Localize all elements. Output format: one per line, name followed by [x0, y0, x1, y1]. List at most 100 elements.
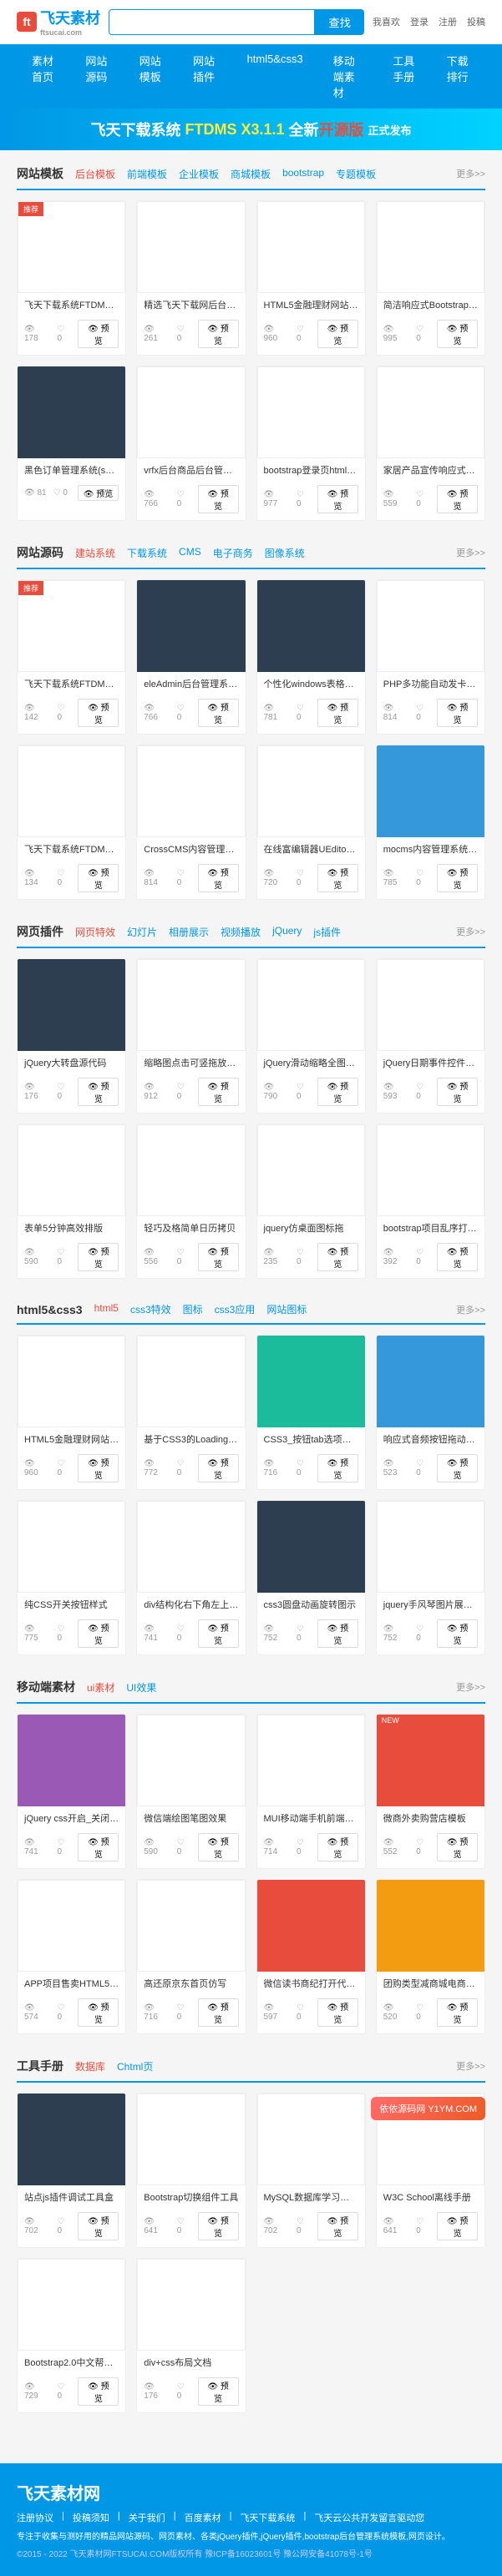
resource-card[interactable]: 纯CSS开关按钮样式👁 775♡ 0👁 预览: [17, 1500, 126, 1655]
more-link[interactable]: 更多>>: [456, 1303, 485, 1316]
tab[interactable]: 网站图标: [266, 1302, 307, 1316]
nav-item[interactable]: 网站插件: [178, 44, 231, 109]
logo[interactable]: ft 飞天素材 ftsucai.com: [17, 7, 100, 37]
preview-button[interactable]: 👁 预览: [317, 1998, 358, 2027]
top-link[interactable]: 注册: [439, 15, 457, 28]
preview-button[interactable]: 👁 预览: [198, 1833, 239, 1861]
tab[interactable]: 后台模板: [75, 167, 115, 181]
resource-card[interactable]: 精选飞天下载网后台管理(home)模板👁 261♡ 0👁 预览: [136, 200, 246, 356]
footer-link[interactable]: 飞天云公共开发留言驱动您: [314, 2511, 424, 2524]
preview-button[interactable]: 👁 预览: [437, 2212, 478, 2240]
nav-item[interactable]: 素材首页: [17, 44, 70, 109]
tab[interactable]: 商城模板: [231, 167, 271, 181]
resource-card[interactable]: 微信读书商纪打开代码案例👁 597♡ 0👁 预览: [256, 1879, 366, 2034]
resource-card[interactable]: CrossCMS内容管理系统 v3.7👁 814♡ 0👁 预览: [136, 745, 246, 900]
nav-item[interactable]: 工具手册: [378, 44, 431, 109]
preview-button[interactable]: 👁 预览: [78, 2377, 119, 2406]
resource-card[interactable]: bootstrap项目乱序打乱拷贝👁 392♡ 0👁 预览: [376, 1124, 485, 1279]
more-link[interactable]: 更多>>: [456, 167, 485, 180]
nav-item[interactable]: html5&css3: [232, 44, 318, 109]
resource-card[interactable]: vrfx后台商品后台管理模板👁 766♡ 0👁 预览: [136, 366, 246, 521]
resource-card[interactable]: 高还原京东首页仿写👁 716♡ 0👁 预览: [136, 1879, 246, 2034]
preview-button[interactable]: 👁 预览: [78, 864, 119, 892]
preview-button[interactable]: 👁 预览: [198, 864, 239, 892]
preview-button[interactable]: 👁 预览: [78, 2212, 119, 2240]
tab[interactable]: 图像系统: [265, 546, 305, 560]
preview-button[interactable]: 👁 预览: [78, 1619, 119, 1648]
preview-button[interactable]: 👁 预览: [78, 1454, 119, 1482]
resource-card[interactable]: Bootstrap切换组件工具👁 641♡ 0👁 预览: [136, 2093, 246, 2248]
preview-button[interactable]: 👁 预览: [317, 699, 358, 727]
preview-button[interactable]: 👁 预览: [437, 1454, 478, 1482]
preview-button[interactable]: 👁 预览: [437, 864, 478, 892]
resource-card[interactable]: HTML5金融理财网站模板(cryptocoin)👁 960♡ 0👁 预览: [256, 200, 366, 356]
tab[interactable]: 网页特效: [75, 925, 115, 939]
more-link[interactable]: 更多>>: [456, 2059, 485, 2073]
preview-button[interactable]: 👁 预览: [437, 1833, 478, 1861]
resource-card[interactable]: MySQL数据库学习手册👁 702♡ 0👁 预览: [256, 2093, 366, 2248]
footer-link[interactable]: 关于我们: [129, 2511, 165, 2524]
resource-card[interactable]: eleAdmin后台管理系统 v1.0👁 766♡ 0👁 预览: [136, 579, 246, 735]
preview-button[interactable]: 👁 预览: [78, 320, 119, 348]
tab[interactable]: Chtml页: [117, 2059, 153, 2073]
resource-card[interactable]: CSS3_按钮tab选项卡效果👁 716♡ 0👁 预览: [256, 1335, 366, 1490]
resource-card[interactable]: 表单5分钟高效排版👁 590♡ 0👁 预览: [17, 1124, 126, 1279]
preview-button[interactable]: 👁 预览: [78, 1998, 119, 2027]
resource-card[interactable]: HTML5金融理财网站模板(cryptocoin)👁 960♡ 0👁 预览: [17, 1335, 126, 1490]
tab[interactable]: 视频播放: [221, 925, 261, 939]
tab[interactable]: css3特效: [130, 1302, 171, 1316]
resource-card[interactable]: PHP多功能自动发卡网源码👁 814♡ 0👁 预览: [376, 579, 485, 735]
tab[interactable]: 电子商务: [213, 546, 253, 560]
preview-button[interactable]: 👁 预览: [78, 1833, 119, 1861]
preview-button[interactable]: 👁 预览: [198, 1243, 239, 1271]
resource-card[interactable]: jQuery css开启_关闭开关效果👁 741♡ 0👁 预览: [17, 1714, 126, 1869]
resource-card[interactable]: mocms内容管理系统0.0.1👁 785♡ 0👁 预览: [376, 745, 485, 900]
resource-card[interactable]: Bootstrap2.0中文帮助CHM文档👁 729♡ 0👁 预览: [17, 2258, 126, 2413]
preview-button[interactable]: 👁 预览: [437, 1619, 478, 1648]
tab[interactable]: 前端模板: [127, 167, 167, 181]
resource-card[interactable]: APP项目售卖HTML5模板👁 574♡ 0👁 预览: [17, 1879, 126, 2034]
resource-card[interactable]: 基于CSS3的Loading等候加载👁 772♡ 0👁 预览: [136, 1335, 246, 1490]
resource-card[interactable]: 团购类型减商城电商系统模板👁 520♡ 0👁 预览: [376, 1879, 485, 2034]
tab[interactable]: CMS: [179, 546, 201, 560]
resource-card[interactable]: bootstrap登录页html模板👁 977♡ 0👁 预览: [256, 366, 366, 521]
tab[interactable]: 专题模板: [336, 167, 376, 181]
more-link[interactable]: 更多>>: [456, 546, 485, 559]
preview-button[interactable]: 👁 预览: [437, 699, 478, 727]
tab[interactable]: 幻灯片: [127, 925, 157, 939]
tab[interactable]: 图标: [183, 1302, 203, 1316]
preview-button[interactable]: 👁 预览: [78, 1078, 119, 1106]
preview-button[interactable]: 👁 预览: [198, 1619, 239, 1648]
resource-card[interactable]: div结构化右下角左上角标签文字👁 741♡ 0👁 预览: [136, 1500, 246, 1655]
top-link[interactable]: 投稿: [467, 15, 485, 28]
preview-button[interactable]: 👁 预览: [198, 2377, 239, 2406]
resource-card[interactable]: 个性化windows表格管理系统👁 781♡ 0👁 预览: [256, 579, 366, 735]
preview-button[interactable]: 👁 预览: [198, 2212, 239, 2240]
resource-card[interactable]: jQuery滑动缩略全图预览幻灯片👁 790♡ 0👁 预览: [256, 958, 366, 1114]
top-link[interactable]: 登录: [410, 15, 428, 28]
preview-button[interactable]: 👁 预览: [317, 1454, 358, 1482]
preview-button[interactable]: 👁 预览: [437, 1998, 478, 2027]
footer-link[interactable]: 飞天下载系统: [240, 2511, 295, 2524]
preview-button[interactable]: 👁 预览: [78, 1243, 119, 1271]
resource-card[interactable]: div+css布局文档👁 176♡ 0👁 预览: [136, 2258, 246, 2413]
preview-button[interactable]: 👁 预览: [317, 864, 358, 892]
preview-button[interactable]: 👁 预览: [437, 485, 478, 513]
resource-card[interactable]: 推荐飞天下载系统FTDMS X3.1.0开源版👁 142♡ 0👁 预览: [17, 579, 126, 735]
resource-card[interactable]: 微信端绘图笔图效果👁 590♡ 0👁 预览: [136, 1714, 246, 1869]
top-link[interactable]: 我喜欢: [373, 15, 400, 28]
resource-card[interactable]: jQuery日期事件控件插件应用示例👁 593♡ 0👁 预览: [376, 958, 485, 1114]
tab[interactable]: css3应用: [215, 1302, 256, 1316]
tab[interactable]: html5: [94, 1302, 119, 1316]
search-input[interactable]: [109, 9, 315, 35]
preview-button[interactable]: 👁 预览: [317, 1833, 358, 1861]
tab[interactable]: UI效果: [126, 1680, 156, 1695]
more-link[interactable]: 更多>>: [456, 925, 485, 938]
preview-button[interactable]: 👁 预览: [317, 2212, 358, 2240]
preview-button[interactable]: 👁 预览: [437, 1078, 478, 1106]
tab[interactable]: 数据库: [75, 2059, 105, 2073]
resource-card[interactable]: jquery手风琴图片展示效果👁 752♡ 0👁 预览: [376, 1500, 485, 1655]
tab[interactable]: 企业模板: [179, 167, 219, 181]
resource-card[interactable]: 站点js插件调试工具盒👁 702♡ 0👁 预览: [17, 2093, 126, 2248]
resource-card[interactable]: 家居产品宣传响应式网站HTML模板👁 559♡ 0👁 预览: [376, 366, 485, 521]
